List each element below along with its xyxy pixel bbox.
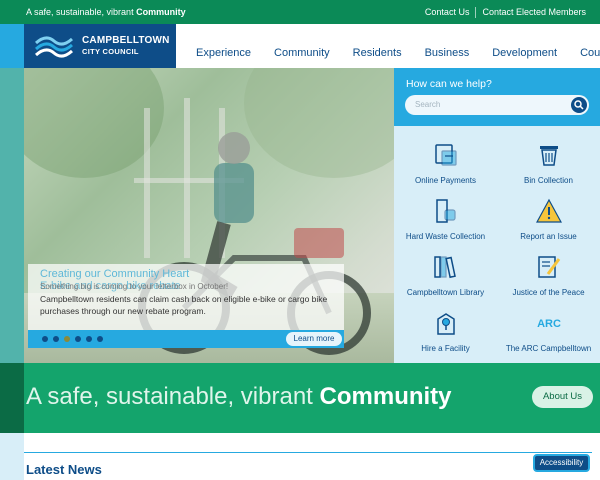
- warning-icon: [535, 198, 562, 223]
- header-accent-strip: [0, 24, 24, 68]
- nav-community[interactable]: Community: [274, 47, 330, 59]
- logo-line-2: CITY COUNCIL: [82, 47, 139, 57]
- tagline-banner: A safe, sustainable, vibrant Community: [0, 363, 600, 433]
- accessibility-button[interactable]: Accessibility: [533, 454, 590, 472]
- slide-dot-active[interactable]: [64, 336, 70, 342]
- tile-label: Hire a Facility: [421, 344, 470, 353]
- latest-news-heading: Latest News: [26, 462, 102, 477]
- tile-hire-facility[interactable]: Hire a Facility: [394, 310, 497, 353]
- top-bar: A safe, sustainable, vibrant Community C…: [0, 0, 600, 24]
- news-accent-strip: [0, 433, 24, 480]
- tile-hard-waste[interactable]: Hard Waste Collection: [394, 198, 497, 241]
- arc-logo-icon: ARC: [537, 318, 561, 330]
- nav-experience[interactable]: Experience: [196, 47, 251, 59]
- nav-residents[interactable]: Residents: [353, 47, 402, 59]
- main-nav: Experience Community Residents Business …: [196, 47, 600, 59]
- hard-waste-icon: [435, 199, 456, 223]
- hero-accent-strip: [0, 68, 24, 363]
- news-divider: [24, 452, 592, 453]
- quick-links-grid: Online Payments Bin Collection Hard Wast…: [394, 126, 600, 363]
- logo-line-1: CAMPBELLTOWN: [82, 35, 170, 47]
- facility-pin-icon: [436, 313, 455, 335]
- slide-subtitle: Something big is coming to your letterbo…: [40, 282, 229, 291]
- slide-text: Campbelltown residents can claim cash ba…: [40, 294, 328, 316]
- search-button[interactable]: [571, 97, 587, 113]
- slide-title: Creating our Community Heart: [40, 268, 190, 280]
- slide-dot[interactable]: [97, 336, 103, 342]
- about-us-button[interactable]: About Us: [532, 386, 593, 408]
- bin-icon: [539, 146, 558, 166]
- tile-bin-collection[interactable]: Bin Collection: [497, 142, 600, 185]
- banner-accent-strip: [0, 363, 24, 433]
- top-tagline-prefix: A safe, sustainable, vibrant: [26, 7, 134, 17]
- banner-tagline: A safe, sustainable, vibrant Community: [26, 383, 452, 411]
- tile-label: Campbelltown Library: [406, 288, 485, 297]
- library-icon: [433, 256, 456, 279]
- tile-report-issue[interactable]: Report an Issue: [497, 198, 600, 241]
- search-icon: [574, 100, 584, 110]
- banner-tagline-bold: Community: [319, 383, 452, 410]
- slide-caption: Creating our Community Heart E-bike and …: [28, 264, 344, 330]
- search-input[interactable]: Search: [415, 100, 440, 109]
- banner-tagline-prefix: A safe, sustainable, vibrant: [26, 383, 313, 410]
- slide-dot[interactable]: [75, 336, 81, 342]
- slide-dot[interactable]: [53, 336, 59, 342]
- tile-label: Online Payments: [415, 176, 476, 185]
- search-field[interactable]: Search: [405, 95, 589, 115]
- learn-more-button[interactable]: Learn more: [286, 332, 342, 346]
- justice-icon: [537, 256, 560, 278]
- slide-dots: [42, 336, 103, 342]
- tile-label: The ARC Campbelltown: [505, 344, 592, 353]
- help-heading: How can we help?: [406, 78, 492, 90]
- online-payments-icon: [434, 144, 457, 166]
- slide-dot[interactable]: [42, 336, 48, 342]
- nav-business[interactable]: Business: [425, 47, 470, 59]
- wave-logo-icon: [34, 36, 74, 58]
- site-logo[interactable]: CAMPBELLTOWN CITY COUNCIL: [24, 24, 176, 68]
- tile-label: Hard Waste Collection: [405, 232, 486, 241]
- contact-elected-members-link[interactable]: Contact Elected Members: [476, 7, 592, 17]
- tile-justice-peace[interactable]: Justice of the Peace: [497, 254, 600, 297]
- tile-label: Justice of the Peace: [512, 288, 585, 297]
- tile-label: Report an Issue: [520, 232, 577, 241]
- top-tagline-bold: Community: [136, 7, 186, 17]
- tile-online-payments[interactable]: Online Payments: [394, 142, 497, 185]
- tile-library[interactable]: Campbelltown Library: [394, 254, 497, 297]
- nav-council[interactable]: Council: [580, 47, 600, 59]
- top-links: Contact Us Contact Elected Members: [419, 6, 600, 18]
- slide-dot[interactable]: [86, 336, 92, 342]
- nav-development[interactable]: Development: [492, 47, 557, 59]
- top-tagline: A safe, sustainable, vibrant Community: [0, 7, 186, 17]
- contact-us-link[interactable]: Contact Us: [419, 7, 476, 17]
- tile-arc[interactable]: ARC The ARC Campbelltown: [497, 310, 600, 353]
- tile-label: Bin Collection: [524, 176, 573, 185]
- svg-text:ARC: ARC: [537, 318, 561, 330]
